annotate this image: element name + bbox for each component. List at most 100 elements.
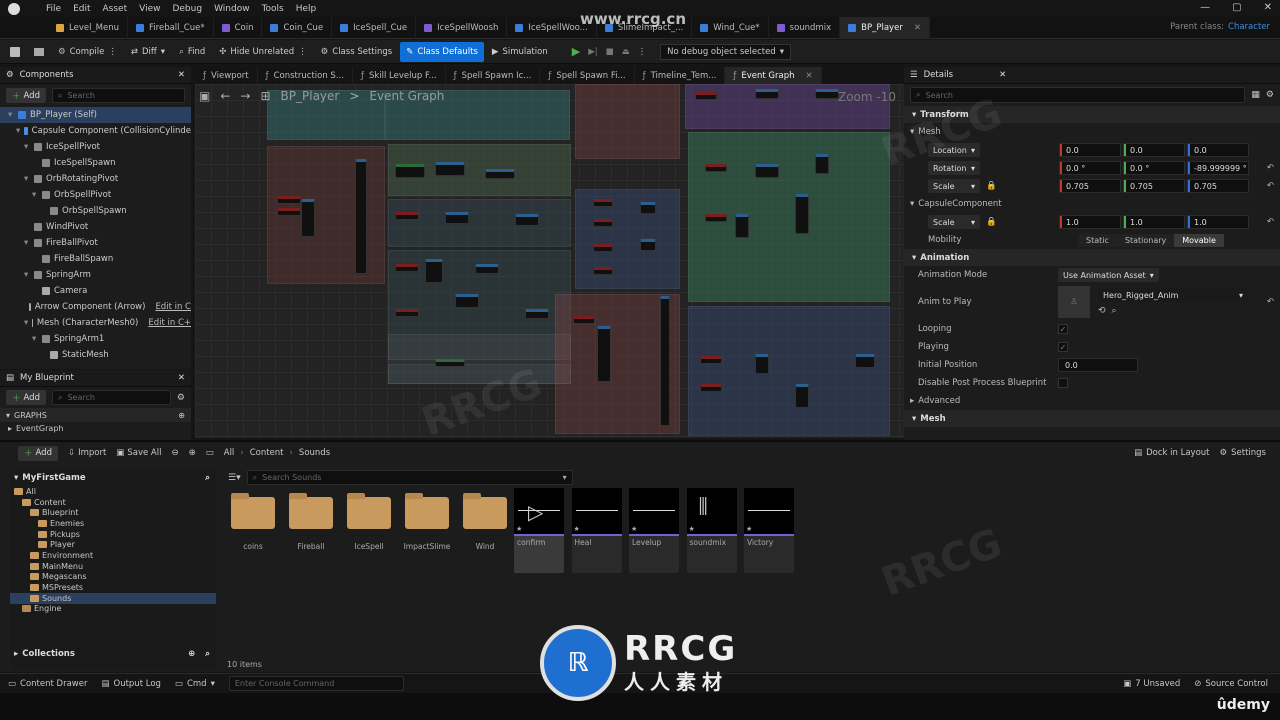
scale-z-input[interactable]: 0.705 (1187, 179, 1249, 193)
rotation-x-input[interactable]: 0.0 ° (1059, 161, 1121, 175)
folder-tree-item[interactable]: All (10, 486, 216, 497)
function-node[interactable] (355, 159, 367, 274)
folder-tree-item[interactable]: Sounds (10, 592, 216, 604)
close-icon[interactable]: ✕ (806, 71, 813, 81)
lock-icon[interactable]: 🔒 (986, 181, 997, 191)
event-graph-canvas[interactable]: ▣ ← → ⊞ BP_Player > Event Graph Zoom -10 (195, 84, 904, 438)
path-segment[interactable]: Content (250, 448, 284, 458)
function-node[interactable] (435, 359, 465, 367)
add-component-button[interactable]: ＋ Add (6, 88, 46, 103)
component-item[interactable]: ▾ IceSpellPivot (0, 139, 191, 155)
favorite-star-icon[interactable]: ★ (746, 525, 752, 533)
cscale-dropdown[interactable]: Scale ▾ (928, 215, 980, 229)
save-button[interactable] (4, 42, 26, 62)
event-node[interactable] (277, 208, 301, 216)
asset-tab[interactable]: BP_Player ✕ (840, 16, 930, 39)
function-node[interactable] (640, 202, 656, 214)
find-button[interactable]: ⌕ Find (173, 42, 211, 62)
parent-class-link[interactable]: Character (1228, 22, 1270, 32)
mobility-option-static[interactable]: Static (1078, 233, 1117, 247)
path-segment[interactable]: All (224, 448, 235, 458)
edit-in-cpp-link[interactable]: Edit in C (155, 302, 191, 312)
graph-tab[interactable]: ƒ Event Graph ✕ (725, 67, 822, 84)
dock-in-layout-button[interactable]: ▤ Dock in Layout (1134, 448, 1209, 458)
menu-item-file[interactable]: File (46, 4, 61, 14)
back-icon[interactable]: ← (220, 89, 230, 103)
add-graph-icon[interactable]: ⊕ (178, 411, 185, 420)
folder-asset[interactable]: Fireball (286, 488, 336, 551)
function-node[interactable] (855, 354, 875, 368)
asset-tab[interactable]: IceSpellWoosh (416, 16, 508, 39)
component-item[interactable]: WindPivot (0, 219, 191, 235)
diff-button[interactable]: ⇄ Diff ▾ (125, 42, 171, 62)
simulation-button[interactable]: ▶ Simulation (486, 42, 554, 62)
graphs-section[interactable]: ▾ GRAPHS ⊕ (0, 408, 191, 422)
console-input[interactable]: Enter Console Command (228, 676, 404, 691)
folder-tree-item[interactable]: MainMenu (10, 561, 216, 572)
folder-tree-item[interactable]: Pickups (10, 529, 216, 540)
looping-checkbox[interactable]: ✓ (1058, 324, 1068, 334)
details-search[interactable]: ⌕ Search (910, 87, 1246, 103)
scale-y-input[interactable]: 0.705 (1123, 179, 1185, 193)
gear-icon[interactable]: ⚙ (177, 393, 185, 403)
graph-tab[interactable]: ƒ Spell Spawn Ic... (446, 67, 541, 84)
compile-button[interactable]: ⚙ Compile ⋮ (52, 42, 123, 62)
component-item[interactable]: ▾ OrbSpellPivot (0, 187, 191, 203)
function-node[interactable] (755, 164, 779, 178)
scale-dropdown[interactable]: Scale ▾ (928, 179, 980, 193)
event-node[interactable] (695, 92, 717, 100)
comment-box[interactable] (575, 189, 680, 289)
sound-asset[interactable]: ⫼ ★ soundmix (686, 488, 737, 573)
asset-tab[interactable]: Level_Menu (48, 16, 129, 39)
close-icon[interactable]: ✕ (178, 373, 185, 383)
function-node[interactable] (485, 169, 515, 179)
rotation-dropdown[interactable]: Rotation ▾ (928, 161, 980, 175)
content-settings-button[interactable]: ⚙ Settings (1220, 448, 1267, 458)
folder-asset[interactable]: IceSpell (344, 488, 394, 551)
add-collection-icon[interactable]: ⊕ (188, 649, 195, 659)
maximize-icon[interactable]: ▢ (1232, 2, 1241, 13)
import-button[interactable]: ⇩ Import (68, 448, 106, 458)
graph-tab[interactable]: ƒ Viewport (195, 67, 258, 84)
event-node[interactable] (593, 199, 613, 207)
filter-icon[interactable]: ☰▾ (228, 473, 241, 483)
event-node[interactable] (573, 316, 595, 324)
minimize-icon[interactable]: — (1200, 2, 1210, 13)
folder-tree-item[interactable]: Enemies (10, 518, 216, 529)
save-all-button[interactable]: ▣ Save All (116, 448, 161, 458)
add-member-button[interactable]: ＋ Add (6, 390, 46, 405)
location-y-input[interactable]: 0.0 (1123, 143, 1185, 157)
close-icon[interactable]: ✕ (1264, 2, 1272, 13)
asset-tab[interactable]: Coin_Cue (262, 16, 333, 39)
favorite-star-icon[interactable]: ★ (516, 525, 522, 533)
folder-tree-item[interactable]: Player (10, 539, 216, 550)
asset-tab[interactable]: Wind_Cue* (692, 16, 769, 39)
component-item[interactable]: ▾ OrbRotatingPivot (0, 171, 191, 187)
mesh-section[interactable]: ▾ Mesh (904, 410, 1280, 427)
favorite-star-icon[interactable]: ★ (574, 525, 580, 533)
folder-tree-item[interactable]: Content (10, 497, 216, 508)
menu-item-tools[interactable]: Tools (262, 4, 284, 14)
event-node[interactable] (705, 164, 727, 172)
function-node[interactable] (755, 89, 779, 99)
forward-icon[interactable]: → (240, 89, 250, 103)
browse-asset-icon[interactable]: ⌕ (1112, 306, 1117, 316)
table-view-icon[interactable]: ▦ (1251, 90, 1260, 100)
history-back-icon[interactable]: ⊖ (171, 448, 178, 458)
transform-section[interactable]: ▾ Transform (904, 106, 1280, 123)
unsaved-button[interactable]: ▣ 7 Unsaved (1123, 679, 1180, 689)
function-node[interactable] (425, 259, 443, 283)
event-node[interactable] (395, 264, 419, 272)
kebab-icon[interactable]: ⋮ (638, 47, 647, 57)
function-node[interactable] (755, 354, 769, 374)
anim-asset-dropdown[interactable]: Hero_Rigged_Anim ▾ (1098, 288, 1248, 302)
component-item[interactable]: ▾ SpringArm1 (0, 331, 191, 347)
component-item[interactable]: ▾ Mesh (CharacterMesh0) Edit in C+ (0, 315, 191, 331)
component-item[interactable]: FireBallSpawn (0, 251, 191, 267)
class-settings-button[interactable]: ⚙ Class Settings (315, 42, 399, 62)
source-control-button[interactable]: ⊘ Source Control (1194, 679, 1268, 689)
menu-item-window[interactable]: Window (214, 4, 250, 14)
location-z-input[interactable]: 0.0 (1187, 143, 1249, 157)
sound-asset[interactable]: ★ Heal (571, 488, 622, 573)
function-node[interactable] (795, 194, 809, 234)
